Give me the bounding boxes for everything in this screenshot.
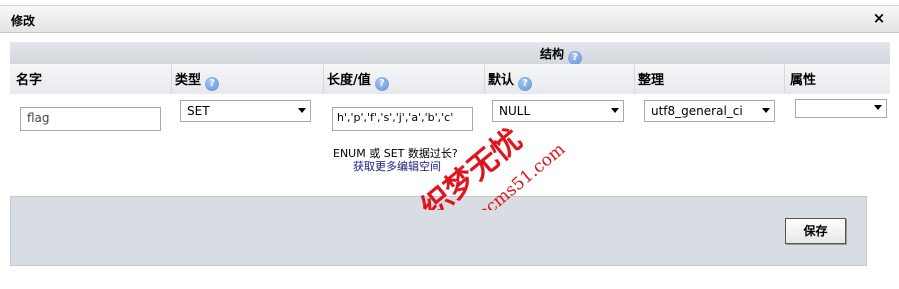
column-head-type: 类型?	[175, 69, 220, 91]
help-icon[interactable]: ?	[518, 77, 533, 91]
column-header-row: 名字 类型? 长度/值? 默认? 整理 属性	[10, 64, 890, 94]
chevron-down-icon	[298, 108, 306, 113]
column-head-collation: 整理	[638, 73, 665, 88]
length-values-input[interactable]: h','p','f','s','j','a','b','c'	[332, 107, 473, 131]
help-icon[interactable]: ?	[205, 77, 220, 91]
column-head-length-label: 长度/值	[327, 73, 371, 88]
structure-title: 结构?	[540, 45, 583, 65]
column-divider	[323, 64, 324, 94]
help-icon[interactable]: ?	[568, 51, 583, 65]
attributes-select[interactable]	[795, 99, 887, 118]
chevron-down-icon	[762, 108, 770, 113]
collation-select-value: utf8_general_ci	[651, 104, 743, 118]
column-head-default-label: 默认	[488, 73, 515, 88]
more-edit-space-link[interactable]: 获取更多编辑空间	[353, 158, 441, 174]
field-name-input[interactable]: flag	[20, 107, 161, 131]
dialog-title: 修改	[11, 14, 36, 28]
save-button[interactable]: 保存	[785, 218, 846, 244]
column-head-attributes: 属性	[790, 73, 817, 88]
column-divider	[171, 64, 172, 94]
column-head-type-label: 类型	[175, 73, 202, 88]
dialog-footer	[10, 196, 867, 266]
type-select[interactable]: SET	[180, 100, 311, 122]
chevron-down-icon	[874, 105, 882, 110]
column-divider	[784, 64, 785, 94]
chevron-down-icon	[611, 108, 619, 113]
close-icon[interactable]: ×	[871, 10, 887, 26]
column-head-name: 名字	[16, 73, 43, 88]
dialog-titlebar: 修改 ×	[0, 6, 899, 33]
structure-title-label: 结构	[540, 47, 565, 61]
column-head-length: 长度/值?	[327, 69, 389, 91]
column-divider	[634, 64, 635, 94]
help-icon[interactable]: ?	[374, 77, 389, 91]
default-select-value: NULL	[499, 104, 531, 118]
column-divider	[484, 64, 485, 94]
collation-select[interactable]: utf8_general_ci	[644, 100, 775, 122]
default-select[interactable]: NULL	[492, 100, 624, 122]
structure-header: 结构?	[10, 42, 890, 65]
column-head-default: 默认?	[488, 69, 533, 91]
type-select-value: SET	[187, 104, 210, 118]
